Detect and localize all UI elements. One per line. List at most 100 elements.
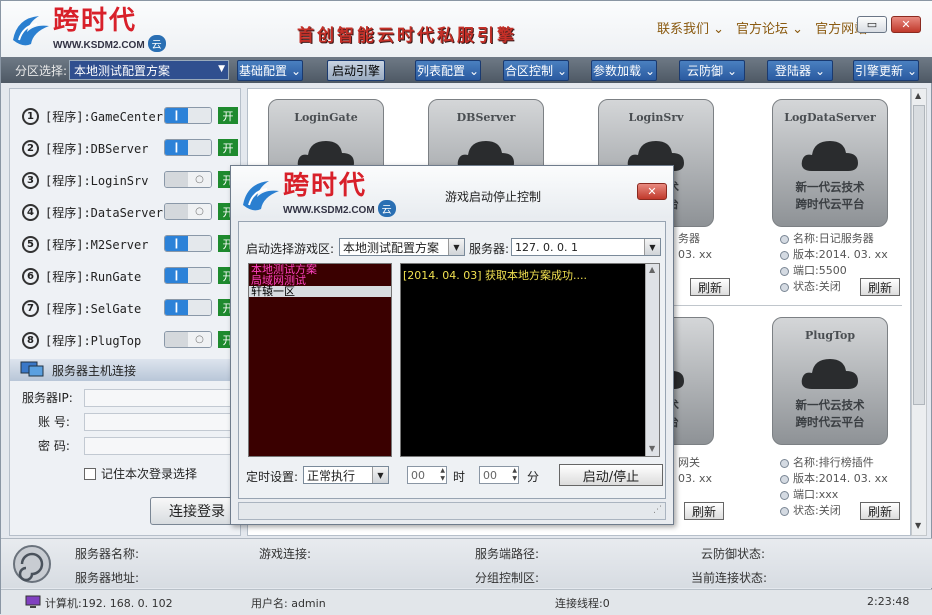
minimize-button[interactable]: ▭ bbox=[857, 16, 887, 33]
program-toggle[interactable]: ○ bbox=[164, 331, 212, 348]
program-toggle[interactable]: ○ bbox=[164, 171, 212, 188]
scroll-down-icon[interactable]: ▼ bbox=[649, 444, 655, 453]
group-ctrl-label: 分组控制区: bbox=[475, 571, 540, 585]
number-badge: 3 bbox=[22, 171, 39, 189]
scroll-up-icon[interactable]: ▲ bbox=[649, 265, 655, 274]
connection-title: 服务器主机连接 bbox=[52, 363, 137, 378]
status-bar: 服务器名称: 服务器地址: 游戏连接: 服务端路径: 分组控制区: 云防御状态:… bbox=[1, 538, 932, 588]
username: 用户名: admin bbox=[251, 597, 326, 610]
caption-line: 跨时代云平台 bbox=[795, 197, 865, 211]
number-badge: 2 bbox=[22, 139, 39, 157]
card-title: DBServer bbox=[456, 111, 516, 124]
tab-label: 合区控制 bbox=[504, 64, 553, 78]
minute-stepper[interactable]: 00 ▲ ▼ bbox=[479, 466, 519, 484]
hour-stepper[interactable]: 00 ▲ ▼ bbox=[407, 466, 447, 484]
server-ip-field: 服务器IP: bbox=[22, 388, 244, 407]
tab-merge-control[interactable]: 合区控制 ⌄ bbox=[503, 60, 569, 81]
info-line: 名称:日记服务器 bbox=[780, 231, 888, 247]
caption-line: 新一代云技术 bbox=[795, 180, 865, 194]
number-badge: 5 bbox=[22, 235, 39, 253]
close-button[interactable]: ✕ bbox=[891, 16, 921, 33]
cloud-badge: 云 bbox=[147, 35, 166, 52]
minute-value: 00 bbox=[483, 468, 497, 482]
checkbox-box[interactable] bbox=[84, 467, 96, 480]
bullet-icon bbox=[780, 266, 789, 276]
link-forum[interactable]: 官方论坛 ⌄ bbox=[736, 18, 803, 37]
program-toggle[interactable]: ❙ bbox=[164, 235, 212, 252]
caption-line: 跨时代云平台 bbox=[795, 415, 865, 429]
tab-label: 引擎更新 bbox=[854, 64, 903, 78]
tab-engine-update[interactable]: 引擎更新 ⌄ bbox=[853, 60, 919, 81]
zone-list[interactable]: 本地测试方案 局域网测试 轩辕一区 bbox=[248, 263, 392, 457]
resize-grip-icon[interactable]: ⋰ bbox=[653, 505, 662, 515]
bullet-icon bbox=[780, 458, 789, 468]
account-input[interactable] bbox=[84, 412, 244, 431]
open-switch[interactable]: 开 bbox=[218, 139, 238, 156]
monitor-icon bbox=[20, 361, 44, 377]
number-badge: 4 bbox=[22, 203, 39, 221]
info-text: 状态:关闭 bbox=[793, 280, 841, 293]
refresh-button[interactable]: 刷新 bbox=[684, 502, 724, 520]
logo-swirl-icon bbox=[13, 15, 49, 45]
account-field: 账 号: bbox=[22, 412, 244, 431]
open-switch[interactable]: 开 bbox=[218, 107, 238, 124]
chevron-down-icon: ⌄ bbox=[814, 63, 826, 78]
info-line: 网关 bbox=[678, 456, 700, 469]
brand-name: 跨时代 bbox=[53, 6, 138, 36]
program-toggle[interactable]: ○ bbox=[164, 203, 212, 220]
stepper-arrows-icon[interactable]: ▲ ▼ bbox=[512, 467, 517, 483]
stepper-arrows-icon[interactable]: ▲ ▼ bbox=[440, 467, 445, 483]
tab-label: 启动引擎 bbox=[331, 64, 380, 78]
bullet-icon bbox=[780, 282, 789, 292]
program-item: 7 [程序]:SelGate bbox=[22, 297, 141, 319]
log-scrollbar[interactable]: ▲ ▼ bbox=[645, 264, 659, 456]
tab-cloud-defense[interactable]: 云防御 ⌄ bbox=[679, 60, 745, 81]
tab-param-load[interactable]: 参数加载 ⌄ bbox=[591, 60, 657, 81]
server-ip-input[interactable] bbox=[84, 388, 244, 407]
server-select[interactable]: 127. 0. 0. 1 ▼ bbox=[511, 238, 661, 256]
program-toggle[interactable]: ❙ bbox=[164, 299, 212, 316]
tab-label: 登陆器 bbox=[774, 64, 811, 78]
clock: 2:23:48 bbox=[867, 595, 910, 608]
refresh-button[interactable]: 刷新 bbox=[860, 502, 900, 520]
hour-label: 时 bbox=[453, 470, 466, 484]
program-toggle[interactable]: ❙ bbox=[164, 267, 212, 284]
info-line: 端口:5500 bbox=[780, 263, 888, 279]
server-card[interactable]: PlugTop 新一代云技术 跨时代云平台 bbox=[772, 317, 888, 445]
chevron-down-icon: ⌄ bbox=[726, 63, 738, 78]
remember-checkbox[interactable]: 记住本次登录选择 bbox=[84, 465, 197, 482]
dialog-zone-select[interactable]: 本地测试配置方案 ▼ bbox=[339, 238, 465, 256]
vertical-scrollbar[interactable]: ▲ ▼ bbox=[911, 88, 927, 536]
info-text: 版本:2014. 03. xx bbox=[793, 472, 888, 485]
tab-basic-config[interactable]: 基础配置 ⌄ bbox=[237, 60, 303, 81]
connection-header: 服务器主机连接 bbox=[10, 359, 240, 381]
refresh-button[interactable]: 刷新 bbox=[690, 278, 730, 296]
dialog-close-button[interactable]: ✕ bbox=[637, 183, 667, 200]
server-card[interactable]: LogDataServer 新一代云技术 跨时代云平台 bbox=[772, 99, 888, 227]
minute-label: 分 bbox=[527, 470, 540, 484]
zone-select[interactable]: 本地测试配置方案 ▼ bbox=[69, 60, 230, 80]
tab-list-config[interactable]: 列表配置 ⌄ bbox=[415, 60, 481, 81]
log-output: [2014. 04. 03] 获取本地方案成功.... ▲ ▼ bbox=[400, 263, 660, 457]
number-badge: 6 bbox=[22, 267, 39, 285]
timer-select[interactable]: 正常执行 ▼ bbox=[303, 466, 389, 484]
link-contact[interactable]: 联系我们 ⌄ bbox=[657, 18, 724, 37]
bullet-icon bbox=[780, 250, 789, 260]
list-item[interactable]: 轩辕一区 bbox=[249, 286, 391, 297]
info-text: 名称:排行榜插件 bbox=[793, 456, 874, 469]
scroll-up-icon[interactable]: ▲ bbox=[915, 91, 921, 100]
hour-value: 00 bbox=[411, 468, 425, 482]
tab-launcher[interactable]: 登陆器 ⌄ bbox=[767, 60, 833, 81]
scroll-down-icon[interactable]: ▼ bbox=[915, 521, 921, 530]
refresh-button[interactable]: 刷新 bbox=[860, 278, 900, 296]
tab-start-engine[interactable]: 启动引擎 bbox=[327, 60, 385, 81]
cloud-icon bbox=[801, 359, 858, 389]
program-toggle[interactable]: ❙ bbox=[164, 107, 212, 124]
scroll-thumb[interactable] bbox=[913, 105, 925, 405]
password-input[interactable] bbox=[84, 436, 244, 455]
computer-icon bbox=[25, 595, 41, 608]
card-title: PlugTop bbox=[804, 329, 856, 342]
program-toggle[interactable]: ❙ bbox=[164, 139, 212, 156]
tab-label: 参数加载 bbox=[592, 64, 641, 78]
start-stop-button[interactable]: 启动/停止 bbox=[559, 464, 663, 486]
